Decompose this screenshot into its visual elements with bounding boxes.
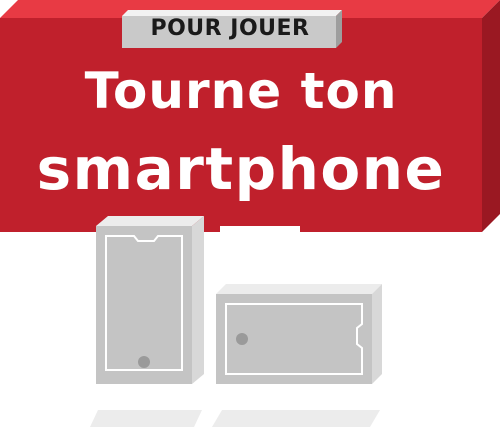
title-line-2: smartphone [36,135,446,203]
phone-portrait-icon [96,216,204,384]
title-line-1: Tourne ton [84,62,398,120]
phone-landscape-shadow [212,410,380,427]
tag-label: POUR JOUER [150,16,310,41]
rotate-phone-screen: Tourne ton smartphone POUR JOUER [0,0,500,427]
phone-landscape-icon [216,284,382,384]
phone-portrait-shadow [90,410,202,427]
